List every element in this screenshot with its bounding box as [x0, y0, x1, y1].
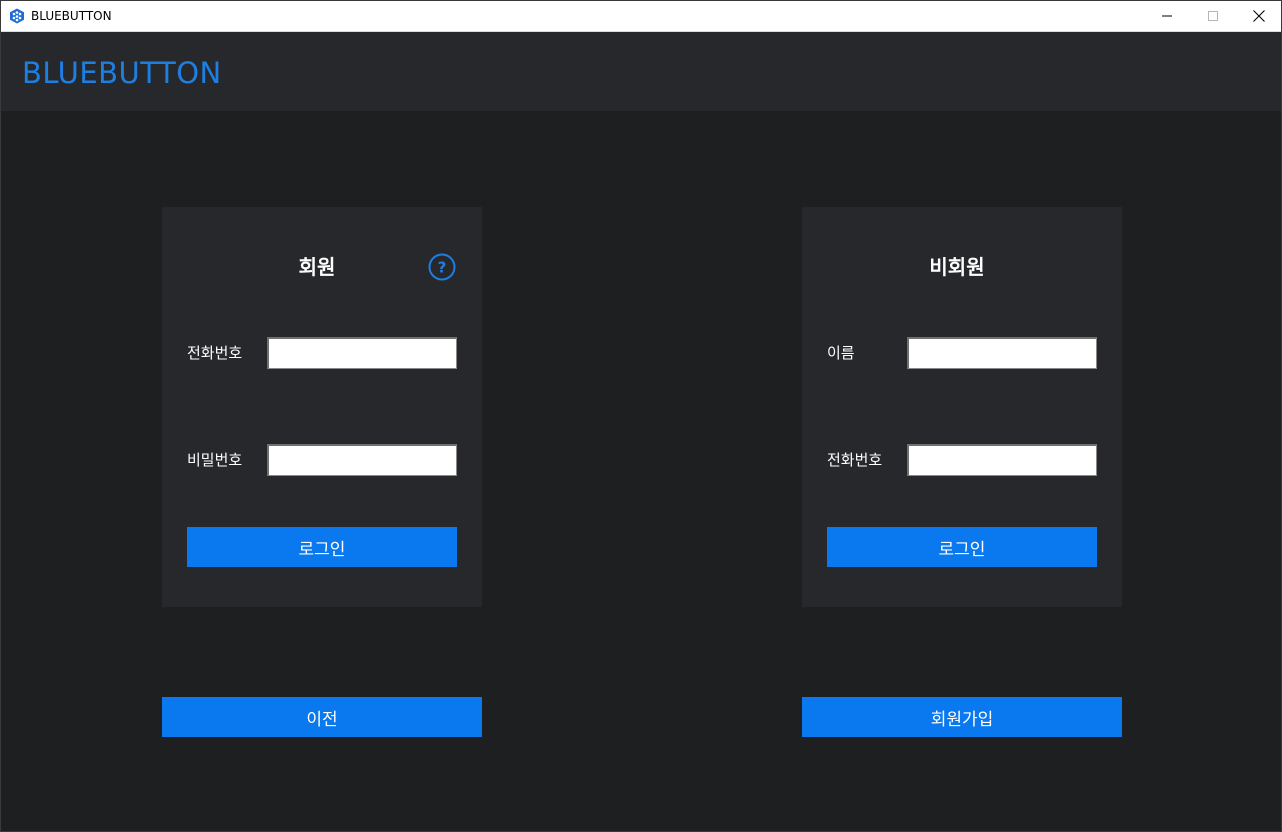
guest-name-input[interactable]	[907, 337, 1097, 369]
minimize-button[interactable]	[1144, 1, 1190, 31]
member-phone-input[interactable]	[267, 337, 457, 369]
guest-panel-title: 비회원	[929, 255, 985, 279]
close-icon	[1253, 10, 1265, 22]
maximize-button[interactable]	[1190, 1, 1236, 31]
member-password-input[interactable]	[267, 444, 457, 476]
member-phone-label: 전화번호	[187, 344, 243, 362]
minimize-icon	[1162, 15, 1172, 17]
guest-name-label: 이름	[827, 344, 855, 362]
member-password-label: 비밀번호	[187, 451, 243, 469]
app-icon	[9, 8, 25, 24]
guest-login-button[interactable]: 로그인	[827, 527, 1097, 567]
signup-button[interactable]: 회원가입	[802, 697, 1122, 737]
question-icon[interactable]: ?	[428, 253, 456, 281]
member-login-button[interactable]: 로그인	[187, 527, 457, 567]
window-title: BLUEBUTTON	[31, 9, 112, 23]
svg-text:?: ?	[438, 259, 447, 277]
app-window: BLUEBUTTON BLUEBUTTON 회원 ? 전화번호 비밀번호 로그인…	[0, 0, 1282, 832]
maximize-icon	[1208, 11, 1218, 21]
close-button[interactable]	[1236, 1, 1281, 31]
title-bar[interactable]: BLUEBUTTON	[1, 1, 1281, 32]
previous-button[interactable]: 이전	[162, 697, 482, 737]
guest-phone-label: 전화번호	[827, 451, 883, 469]
guest-phone-input[interactable]	[907, 444, 1097, 476]
member-panel-title: 회원	[298, 255, 336, 279]
member-login-panel: 회원 ? 전화번호 비밀번호 로그인	[162, 207, 482, 607]
app-header: BLUEBUTTON	[1, 32, 1281, 111]
guest-login-panel: 비회원 이름 전화번호 로그인	[802, 207, 1122, 607]
brand-title: BLUEBUTTON	[22, 56, 222, 90]
